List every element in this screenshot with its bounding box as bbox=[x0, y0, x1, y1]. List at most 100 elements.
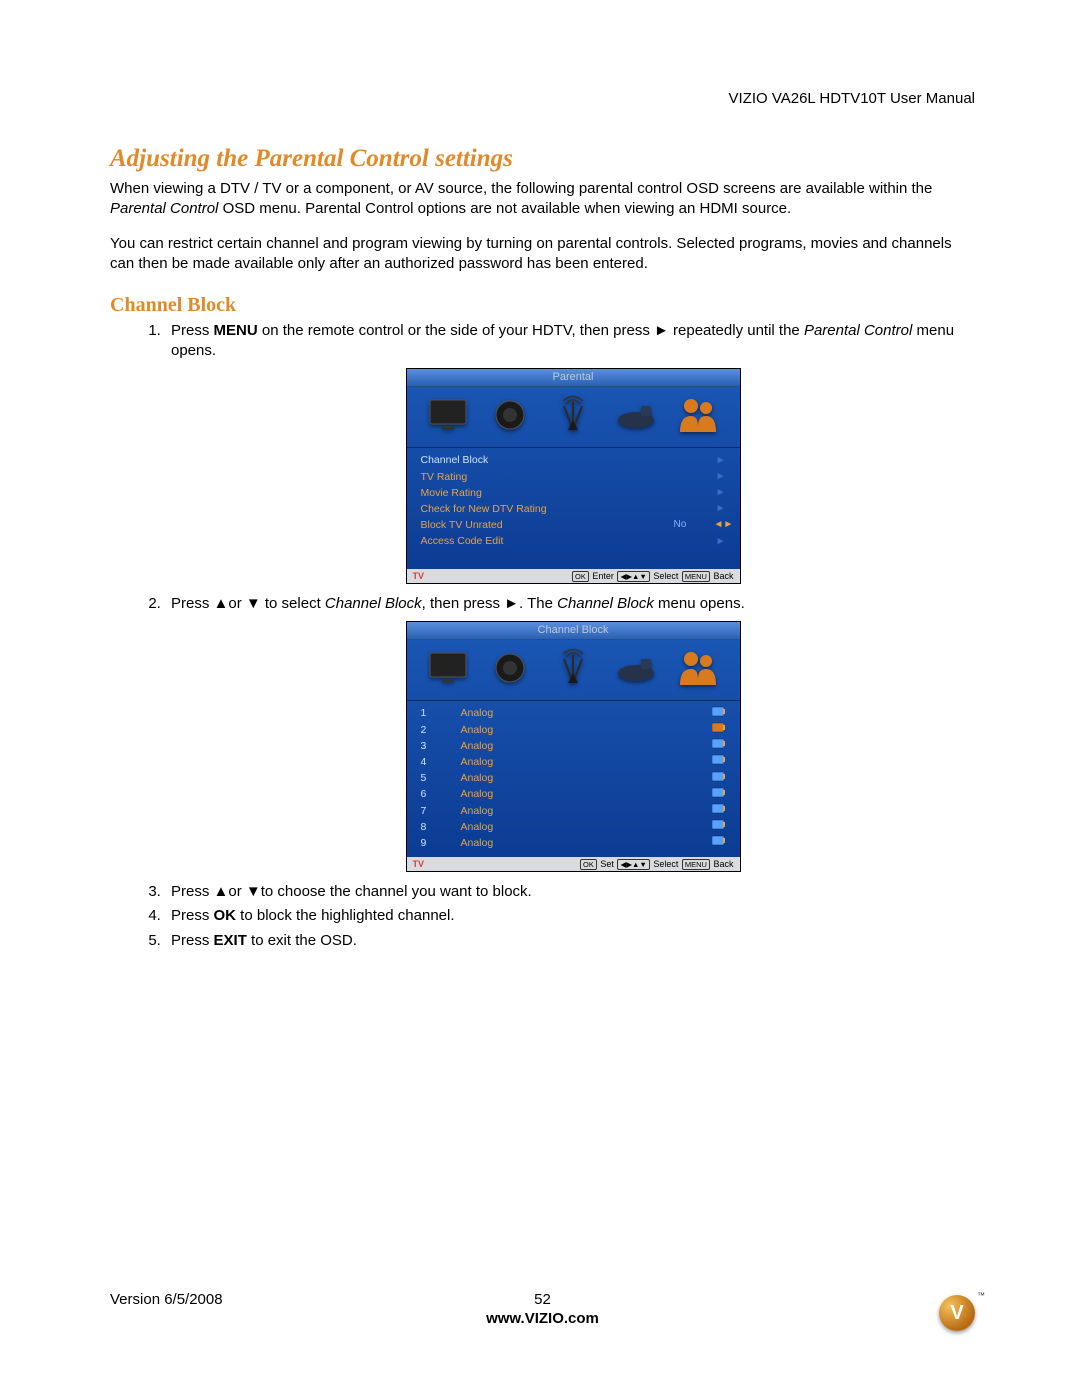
osd1-select: Select bbox=[653, 571, 678, 581]
ok-key-icon: OK bbox=[580, 859, 597, 870]
osd2-iconrow bbox=[407, 640, 740, 701]
osd-parental-screenshot: Parental Channel Block►TV Rating►Movie R… bbox=[406, 368, 741, 585]
tv-icon bbox=[426, 648, 470, 688]
intro-paragraph-2: You can restrict certain channel and pro… bbox=[110, 234, 975, 275]
osd1-menu-item: Access Code Edit ► bbox=[421, 533, 726, 549]
chevron-right-icon: ► bbox=[714, 470, 726, 484]
step-2-a: Press ▲or ▼ to select bbox=[171, 595, 325, 612]
setup-icon bbox=[614, 395, 658, 435]
osd1-item-label: Check for New DTV Rating bbox=[421, 502, 674, 516]
channel-block-status-icon bbox=[712, 722, 726, 737]
channel-number: 4 bbox=[421, 755, 461, 769]
osd2-channel-row: 6Analog bbox=[421, 786, 726, 802]
osd1-menu-item: TV Rating ► bbox=[421, 469, 726, 485]
channel-type: Analog bbox=[461, 755, 712, 769]
intro-paragraph-1: When viewing a DTV / TV or a component, … bbox=[110, 179, 975, 220]
parental-people-icon bbox=[676, 395, 720, 435]
tv-icon bbox=[426, 395, 470, 435]
channel-type: Analog bbox=[461, 804, 712, 818]
channel-type: Analog bbox=[461, 787, 712, 801]
osd1-menu-item: Check for New DTV Rating ► bbox=[421, 501, 726, 517]
channel-block-status-icon bbox=[712, 835, 726, 850]
chevron-right-icon: ► bbox=[714, 454, 726, 468]
step-2-em1: Channel Block bbox=[325, 595, 422, 612]
channel-block-status-icon bbox=[712, 787, 726, 802]
arrows-key-icon: ◀▶▲▼ bbox=[617, 859, 649, 870]
channel-number: 8 bbox=[421, 820, 461, 834]
osd1-back: Back bbox=[713, 571, 733, 581]
osd2-channel-row: 3Analog bbox=[421, 738, 726, 754]
osd2-footer: TV OK Set ◀▶▲▼ Select MENU Back bbox=[407, 857, 740, 871]
osd2-channel-row: 1Analog bbox=[421, 705, 726, 721]
step-2-b: , then press ►. The bbox=[422, 595, 557, 612]
channel-type: Analog bbox=[461, 706, 712, 720]
osd1-title: Parental bbox=[407, 369, 740, 388]
step-4-bold: OK bbox=[214, 907, 237, 924]
ok-key-icon: OK bbox=[572, 571, 589, 582]
osd2-set: Set bbox=[600, 859, 614, 869]
osd2-title: Channel Block bbox=[407, 622, 740, 641]
footer-url: www.VIZIO.com bbox=[110, 1310, 975, 1327]
osd1-item-label: Access Code Edit bbox=[421, 534, 674, 548]
chevron-right-icon: ► bbox=[714, 502, 726, 516]
step-1-b: on the remote control or the side of you… bbox=[258, 322, 804, 339]
parental-people-icon bbox=[676, 648, 720, 688]
channel-block-status-icon bbox=[712, 706, 726, 721]
osd1-item-label: TV Rating bbox=[421, 470, 674, 484]
step-5: Press EXIT to exit the OSD. bbox=[165, 931, 975, 951]
osd2-footer-keys: OK Set ◀▶▲▼ Select MENU Back bbox=[579, 858, 733, 870]
step-5-bold: EXIT bbox=[214, 932, 247, 949]
step-2-c: menu opens. bbox=[654, 595, 745, 612]
arrows-key-icon: ◀▶▲▼ bbox=[617, 571, 649, 582]
step-2: Press ▲or ▼ to select Channel Block, the… bbox=[165, 594, 975, 872]
osd1-footer-keys: OK Enter ◀▶▲▼ Select MENU Back bbox=[571, 570, 733, 582]
header-product: VIZIO VA26L HDTV10T User Manual bbox=[729, 90, 975, 107]
step-4: Press OK to block the highlighted channe… bbox=[165, 906, 975, 926]
speaker-icon bbox=[488, 395, 532, 435]
step-4-a: Press bbox=[171, 907, 214, 924]
step-4-b: to block the highlighted channel. bbox=[236, 907, 455, 924]
vizio-logo-icon: V bbox=[939, 1295, 975, 1331]
channel-type: Analog bbox=[461, 820, 712, 834]
step-1-bold: MENU bbox=[214, 322, 258, 339]
channel-number: 5 bbox=[421, 771, 461, 785]
osd2-body: 1Analog2Analog3Analog4Analog5Analog6Anal… bbox=[407, 701, 740, 857]
page-footer: Version 6/5/2008 52 . www.VIZIO.com V bbox=[110, 1291, 975, 1327]
osd1-menu-item: Movie Rating► bbox=[421, 485, 726, 501]
osd2-channel-row: 9Analog bbox=[421, 835, 726, 851]
channel-number: 2 bbox=[421, 723, 461, 737]
antenna-icon bbox=[551, 648, 595, 688]
osd2-select: Select bbox=[653, 859, 678, 869]
channel-number: 7 bbox=[421, 804, 461, 818]
channel-block-status-icon bbox=[712, 803, 726, 818]
chevron-right-icon: ► bbox=[714, 535, 726, 549]
step-1-a: Press bbox=[171, 322, 214, 339]
section-heading: Adjusting the Parental Control settings bbox=[110, 145, 975, 173]
step-5-a: Press bbox=[171, 932, 214, 949]
channel-block-status-icon bbox=[712, 754, 726, 769]
channel-type: Analog bbox=[461, 723, 712, 737]
channel-block-status-icon bbox=[712, 738, 726, 753]
osd1-enter: Enter bbox=[592, 571, 614, 581]
osd2-back: Back bbox=[713, 859, 733, 869]
channel-type: Analog bbox=[461, 836, 712, 850]
chevron-right-icon: ► bbox=[714, 486, 726, 500]
channel-number: 6 bbox=[421, 787, 461, 801]
menu-key-icon: MENU bbox=[682, 859, 710, 870]
osd2-footer-tv: TV bbox=[413, 858, 425, 870]
channel-type: Analog bbox=[461, 739, 712, 753]
intro-p1-em: Parental Control bbox=[110, 200, 218, 217]
chevron-right-icon: ◄► bbox=[714, 518, 726, 532]
osd1-body: Channel Block►TV Rating►Movie Rating►Che… bbox=[407, 448, 740, 569]
step-1: Press MENU on the remote control or the … bbox=[165, 321, 975, 584]
osd-channel-block-screenshot: Channel Block 1Analog2Analog3Analog4Anal… bbox=[406, 621, 741, 872]
channel-block-status-icon bbox=[712, 819, 726, 834]
channel-type: Analog bbox=[461, 771, 712, 785]
osd1-item-label: Block TV Unrated bbox=[421, 518, 674, 532]
osd1-footer: TV OK Enter ◀▶▲▼ Select MENU Back bbox=[407, 569, 740, 583]
osd2-channel-row: 2Analog bbox=[421, 722, 726, 738]
osd2-channel-row: 5Analog bbox=[421, 770, 726, 786]
antenna-icon bbox=[551, 395, 595, 435]
channel-number: 9 bbox=[421, 836, 461, 850]
intro-p1a: When viewing a DTV / TV or a component, … bbox=[110, 180, 932, 197]
